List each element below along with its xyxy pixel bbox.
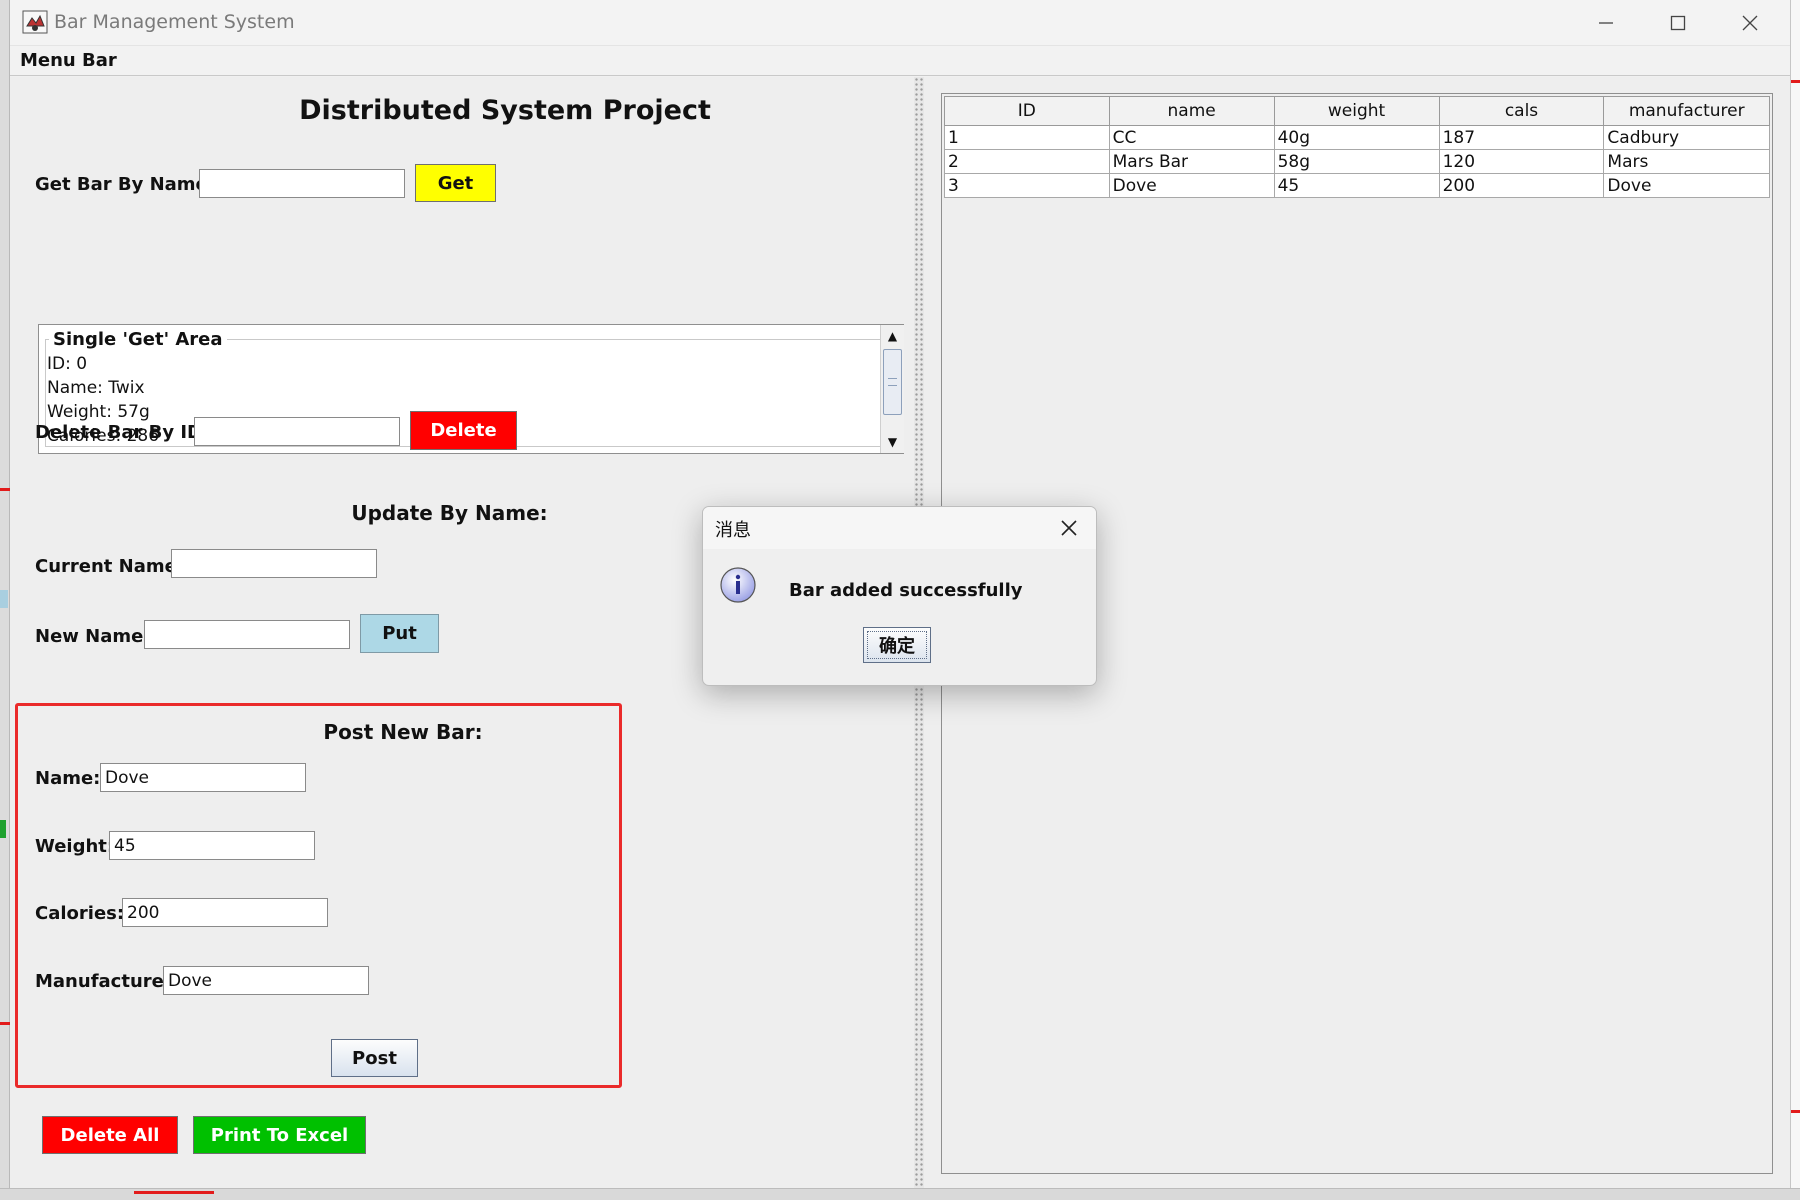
maximize-icon <box>1670 15 1686 31</box>
table-cell[interactable]: 1 <box>944 125 1110 150</box>
desktop-right-edge <box>1790 0 1800 1200</box>
dialog-ok-focus-ring <box>867 631 927 659</box>
new-name-input[interactable] <box>144 620 350 649</box>
delete-by-id-label: Delete Bar By ID: <box>35 422 210 443</box>
table-cell[interactable]: 187 <box>1438 125 1605 150</box>
window-titlebar: Bar Management System <box>10 0 1790 46</box>
post-new-bar-box: Post New Bar: Name: Weight: Calories: Ma… <box>15 703 622 1088</box>
minimize-icon <box>1599 22 1613 24</box>
post-manufacturer-input[interactable] <box>163 966 369 995</box>
column-header-cals[interactable]: cals <box>1438 96 1605 126</box>
post-calories-input[interactable] <box>122 898 328 927</box>
table-cell[interactable]: Dove <box>1603 173 1770 198</box>
desktop-left-edge <box>0 0 10 1200</box>
table-cell[interactable]: 3 <box>944 173 1110 198</box>
dialog-title: 消息 <box>715 520 751 541</box>
table-cell[interactable]: 40g <box>1273 125 1440 150</box>
table-cell[interactable]: 58g <box>1273 149 1440 174</box>
current-name-label: Current Name: <box>35 556 185 577</box>
current-name-input[interactable] <box>171 549 377 578</box>
delete-all-button[interactable]: Delete All <box>42 1116 178 1154</box>
get-area-weight-line: Weight: 57g <box>47 402 150 422</box>
post-calories-label: Calories: <box>35 903 125 924</box>
print-to-excel-button[interactable]: Print To Excel <box>193 1116 366 1154</box>
table-cell[interactable]: Mars <box>1603 149 1770 174</box>
table-cell[interactable]: 45 <box>1273 173 1440 198</box>
new-name-label: New Name: <box>35 626 151 647</box>
get-by-name-input[interactable] <box>199 169 405 198</box>
table-cell[interactable]: Dove <box>1108 173 1275 198</box>
dialog-titlebar: 消息 <box>703 507 1096 549</box>
table-row[interactable]: 2 Mars Bar 58g 120 Mars <box>944 149 1770 174</box>
get-area-id-line: ID: 0 <box>47 354 88 374</box>
minimize-button[interactable] <box>1570 0 1642 46</box>
table-cell[interactable]: 2 <box>944 149 1110 174</box>
menu-bar-item[interactable]: Menu Bar <box>20 50 117 71</box>
scroll-thumb[interactable] <box>883 349 902 415</box>
dialog-ok-button[interactable]: 确定 <box>863 627 931 663</box>
get-area-scrollbar[interactable]: ▲ ▼ <box>880 325 904 453</box>
table-row[interactable]: 1 CC 40g 187 Cadbury <box>944 125 1770 150</box>
table-cell[interactable]: Cadbury <box>1603 125 1770 150</box>
window-title: Bar Management System <box>54 11 295 33</box>
get-by-name-label: Get Bar By Name: <box>35 174 215 195</box>
project-title: Distributed System Project <box>299 95 711 126</box>
bars-table: ID name weight cals manufacturer 1 CC 40… <box>944 96 1770 198</box>
column-header-name[interactable]: name <box>1108 96 1275 126</box>
scroll-down-arrow-icon[interactable]: ▼ <box>881 431 904 453</box>
column-header-weight[interactable]: weight <box>1273 96 1440 126</box>
dialog-close-button[interactable] <box>1051 513 1087 543</box>
get-area-name-line: Name: Twix <box>47 378 145 398</box>
post-name-input[interactable] <box>100 763 306 792</box>
menu-bar: Menu Bar <box>10 46 1790 76</box>
delete-by-id-input[interactable] <box>194 417 400 446</box>
post-button[interactable]: Post <box>331 1039 418 1077</box>
dialog-message: Bar added successfully <box>789 580 1023 601</box>
table-cell[interactable]: CC <box>1108 125 1275 150</box>
table-cell[interactable]: 120 <box>1438 149 1605 174</box>
column-header-manufacturer[interactable]: manufacturer <box>1603 96 1770 126</box>
table-row[interactable]: 3 Dove 45 200 Dove <box>944 173 1770 198</box>
scroll-up-arrow-icon[interactable]: ▲ <box>881 325 904 347</box>
delete-button[interactable]: Delete <box>410 411 517 450</box>
post-new-bar-title: Post New Bar: <box>323 720 483 744</box>
java-app-icon <box>22 10 48 34</box>
get-button[interactable]: Get <box>415 164 496 202</box>
post-weight-label: Weight: <box>35 836 115 857</box>
post-name-label: Name: <box>35 768 101 789</box>
close-icon <box>1061 520 1077 536</box>
table-cell[interactable]: Mars Bar <box>1108 149 1275 174</box>
close-icon <box>1742 15 1758 31</box>
table-header-row: ID name weight cals manufacturer <box>944 96 1770 126</box>
info-icon <box>720 567 756 603</box>
desktop-bottom-edge <box>0 1188 1800 1200</box>
scroll-grip-icon <box>888 378 897 386</box>
post-weight-input[interactable] <box>109 831 315 860</box>
maximize-button[interactable] <box>1642 0 1714 46</box>
close-window-button[interactable] <box>1714 0 1786 46</box>
table-cell[interactable]: 200 <box>1438 173 1605 198</box>
message-dialog: 消息 Bar added successfully 确定 <box>702 506 1097 686</box>
put-button[interactable]: Put <box>360 614 439 653</box>
column-header-id[interactable]: ID <box>944 96 1110 126</box>
single-get-area-title: Single 'Get' Area <box>49 329 227 350</box>
post-manufacturer-label: Manufacturer: <box>35 971 180 992</box>
